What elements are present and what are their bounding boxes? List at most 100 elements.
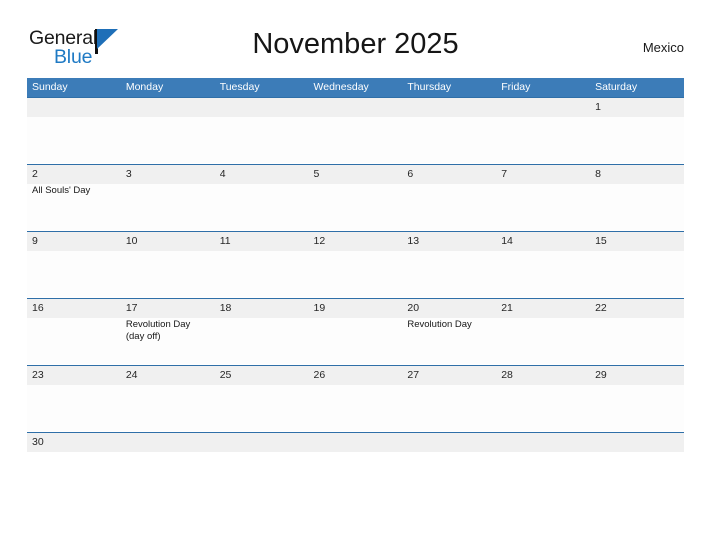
day-number-strip: 23 24 25 26 27 28 29 [27,366,684,385]
day-cell-empty [121,117,215,163]
day-number-empty [309,98,403,117]
calendar-week-row: 9 10 11 12 13 14 15 [27,231,684,298]
day-number-17[interactable]: 17 [121,299,215,318]
day-cell-2[interactable]: All Souls' Day [27,184,121,230]
day-cell-26[interactable] [309,385,403,431]
day-cell-4[interactable] [215,184,309,230]
event-label: Revolution Day [125,319,191,330]
day-cell-13[interactable] [402,251,496,297]
day-cell-25[interactable] [215,385,309,431]
day-number-3[interactable]: 3 [121,165,215,184]
day-cell-19[interactable] [309,318,403,364]
day-cell-3[interactable] [121,184,215,230]
day-number-8[interactable]: 8 [590,165,684,184]
day-number-11[interactable]: 11 [215,232,309,251]
weekday-header-saturday: Saturday [595,81,638,93]
day-number-14[interactable]: 14 [496,232,590,251]
day-events-strip [27,385,684,431]
day-cell-5[interactable] [309,184,403,230]
day-cell-10[interactable] [121,251,215,297]
day-number-empty [121,433,215,452]
weekday-header-sunday: Sunday [32,81,68,93]
day-number-4[interactable]: 4 [215,165,309,184]
country-label: Mexico [642,40,684,55]
day-cell-23[interactable] [27,385,121,431]
day-number-strip: 16 17 18 19 20 21 22 [27,299,684,318]
day-number-15[interactable]: 15 [590,232,684,251]
day-cell-empty [496,117,590,163]
day-number-strip: 1 [27,98,684,117]
day-cell-14[interactable] [496,251,590,297]
calendar-weeks: 1 2 3 4 5 6 7 8 All Souls' Day 9 10 11 12 13 14 15 16 17 1… [27,97,684,452]
weekday-header-row: Sunday Monday Tuesday Wednesday Thursday… [27,78,684,97]
event-label: (day off) [125,330,161,342]
day-number-21[interactable]: 21 [496,299,590,318]
day-number-5[interactable]: 5 [309,165,403,184]
day-cell-9[interactable] [27,251,121,297]
day-number-18[interactable]: 18 [215,299,309,318]
day-cell-empty [27,117,121,163]
day-cell-16[interactable] [27,318,121,364]
day-number-12[interactable]: 12 [309,232,403,251]
day-number-2[interactable]: 2 [27,165,121,184]
day-cell-22[interactable] [590,318,684,364]
day-cell-28[interactable] [496,385,590,431]
day-number-23[interactable]: 23 [27,366,121,385]
day-number-empty [496,98,590,117]
day-cell-7[interactable] [496,184,590,230]
event-label: Revolution Day [407,319,472,330]
day-number-empty [121,98,215,117]
day-number-26[interactable]: 26 [309,366,403,385]
day-cell-21[interactable] [496,318,590,364]
event-label: All Souls' Day [32,185,91,196]
day-number-empty [309,433,403,452]
day-number-10[interactable]: 10 [121,232,215,251]
calendar-week-row: 30 [27,432,684,452]
day-events-strip [27,251,684,297]
calendar-week-row: 16 17 18 19 20 21 22 Revolution Day (day off) Rev… [27,298,684,365]
calendar-grid: Sunday Monday Tuesday Wednesday Thursday… [27,78,684,452]
day-number-empty [402,98,496,117]
day-number-1[interactable]: 1 [590,98,684,117]
day-number-16[interactable]: 16 [27,299,121,318]
day-number-strip: 30 [27,433,684,452]
day-cell-15[interactable] [590,251,684,297]
day-number-22[interactable]: 22 [590,299,684,318]
day-number-empty [590,433,684,452]
day-number-19[interactable]: 19 [309,299,403,318]
day-events-strip: Revolution Day (day off) Revolution Day [27,318,684,364]
day-events-strip: All Souls' Day [27,184,684,230]
calendar-week-row: 23 24 25 26 27 28 29 [27,365,684,432]
day-cell-27[interactable] [402,385,496,431]
day-cell-1[interactable] [590,117,684,163]
day-number-25[interactable]: 25 [215,366,309,385]
day-number-20[interactable]: 20 [402,299,496,318]
day-number-empty [402,433,496,452]
calendar-page: General Blue November 2025 Mexico Sunday… [0,0,712,550]
day-cell-18[interactable] [215,318,309,364]
day-number-9[interactable]: 9 [27,232,121,251]
day-cell-17[interactable]: Revolution Day (day off) [121,318,215,364]
day-cell-29[interactable] [590,385,684,431]
day-events-strip [27,117,684,163]
day-number-29[interactable]: 29 [590,366,684,385]
day-number-6[interactable]: 6 [402,165,496,184]
day-cell-20[interactable]: Revolution Day [402,318,496,364]
day-number-28[interactable]: 28 [496,366,590,385]
day-number-7[interactable]: 7 [496,165,590,184]
weekday-header-thursday: Thursday [407,81,452,93]
day-cell-24[interactable] [121,385,215,431]
day-cell-8[interactable] [590,184,684,230]
day-number-13[interactable]: 13 [402,232,496,251]
day-number-30[interactable]: 30 [27,433,121,452]
day-number-strip: 2345678 [27,165,684,184]
day-cell-12[interactable] [309,251,403,297]
day-number-empty [215,98,309,117]
page-header: General Blue November 2025 Mexico [27,26,684,74]
day-number-empty [496,433,590,452]
weekday-header-friday: Friday [501,81,531,93]
day-number-24[interactable]: 24 [121,366,215,385]
day-cell-11[interactable] [215,251,309,297]
day-cell-6[interactable] [402,184,496,230]
day-number-27[interactable]: 27 [402,366,496,385]
